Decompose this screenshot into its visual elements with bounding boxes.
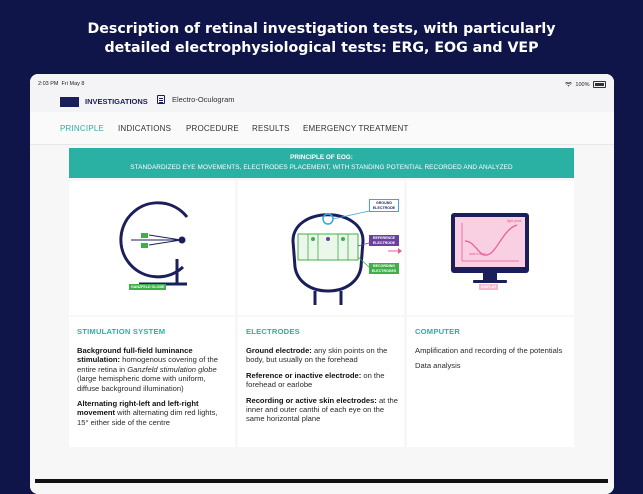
tab-procedure[interactable]: PROCEDURE (186, 124, 239, 133)
home-indicator-bar (35, 479, 608, 483)
electrodes-paragraph-3: Recording or active skin electrodes: at … (246, 395, 398, 424)
status-bar: 2:03 PM Fri May 8 100% (30, 74, 614, 92)
investigations-button[interactable]: INVESTIGATIONS (60, 95, 148, 108)
top-toolbar: INVESTIGATIONS Electro-Oculogram (30, 92, 614, 112)
ganzfeld-globe-icon (119, 201, 189, 286)
light-peak-label: light peak (507, 219, 522, 223)
tab-bar: PRINCIPLE INDICATIONS PROCEDURE RESULTS … (30, 112, 614, 145)
headline-line-1: Description of retinal investigation tes… (87, 21, 556, 37)
reference-electrode-label: REFERENCE ELECTRODE (369, 235, 399, 246)
headline-line-2: detailed electrophysiological tests: ERG… (104, 40, 539, 56)
electrodes-illustration-panel: GROUND ELECTRODE REFERENCE ELECTRODE REC… (238, 181, 404, 315)
page-selector[interactable]: Electro-Oculogram (157, 95, 235, 104)
banner-title: PRINCIPLE OF EOG: (290, 154, 353, 161)
dark-trough-label: dark trough (469, 252, 487, 256)
computer-paragraph-2: Data analysis (415, 361, 461, 371)
ground-electrode-label: GROUND ELECTRODE (369, 199, 399, 212)
stimulation-system-title: STIMULATION SYSTEM (77, 327, 166, 336)
page-label: Electro-Oculogram (172, 95, 235, 104)
status-time: 2:03 PM (38, 81, 59, 87)
computer-panel: COMPUTER Amplification and recording of … (407, 317, 574, 447)
stimulation-system-panel: STIMULATION SYSTEM Background full-field… (69, 317, 235, 447)
electrodes-panel: ELECTRODES Ground electrode: any skin po… (238, 317, 404, 447)
electrodes-paragraph-2: Reference or inactive electrode: on the … (246, 370, 385, 390)
stimulation-paragraph-2: Alternating right-left and left-right mo… (77, 399, 218, 427)
battery-icon (593, 81, 606, 88)
electrodes-title: ELECTRODES (246, 327, 300, 336)
display-illustration-panel: light peak dark trough DISPLAY (407, 181, 574, 315)
tab-results[interactable]: RESULTS (252, 124, 290, 133)
electrodes-paragraph-1: Ground electrode: any skin points on the… (246, 346, 388, 365)
status-date: Fri May 8 (61, 81, 85, 87)
recording-electrodes-label: RECORDING ELECTRODES (369, 263, 399, 274)
stimulation-paragraph-1: Background full-field luminance stimulat… (77, 346, 218, 393)
monitor-icon (451, 213, 529, 283)
battery-percent: 100% (575, 81, 590, 88)
computer-title: COMPUTER (415, 327, 461, 336)
computer-paragraph-1: Amplification and recording of the poten… (415, 346, 563, 355)
banner-subtitle: STANDARDIZED EYE MOVEMENTS, ELECTRODES P… (130, 164, 513, 171)
document-icon (157, 95, 165, 104)
tab-indications[interactable]: INDICATIONS (118, 124, 171, 133)
ganzfeld-illustration-panel: GANZFELD GLOBE (69, 181, 235, 315)
investigations-label: INVESTIGATIONS (85, 97, 148, 106)
wifi-icon (564, 82, 572, 87)
investigations-badge (60, 96, 79, 107)
headline: Description of retinal investigation tes… (0, 20, 643, 58)
tab-principle[interactable]: PRINCIPLE (60, 124, 104, 133)
tablet-screen: 2:03 PM Fri May 8 100% INVESTIGATIONS El… (30, 74, 614, 494)
principle-banner: PRINCIPLE OF EOG: STANDARDIZED EYE MOVEM… (69, 148, 574, 178)
display-label: DISPLAY (479, 284, 499, 290)
tab-emergency-treatment[interactable]: EMERGENCY TREATMENT (303, 124, 409, 133)
content-area: PRINCIPLE OF EOG: STANDARDIZED EYE MOVEM… (30, 145, 614, 494)
ganzfeld-globe-label: GANZFELD GLOBE (129, 284, 167, 290)
